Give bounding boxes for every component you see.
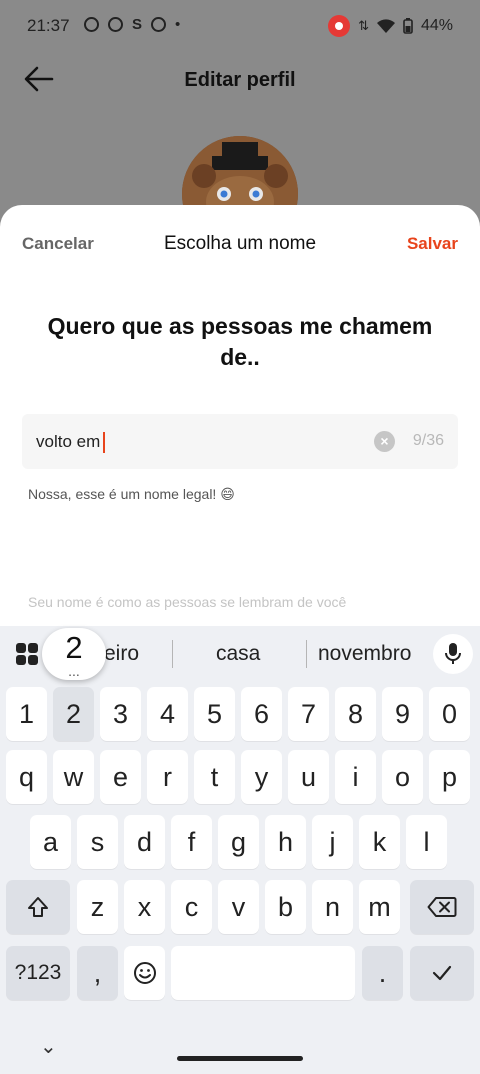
key-x[interactable]: x — [124, 880, 165, 934]
key-3[interactable]: 3 — [100, 687, 141, 741]
microphone-icon — [445, 643, 461, 664]
screen-record-icon — [328, 15, 351, 37]
key-5[interactable]: 5 — [194, 687, 235, 741]
notification-icons: S • — [84, 16, 180, 33]
microphone-button[interactable] — [433, 634, 473, 674]
name-input-field[interactable]: volto em × 9/36 — [22, 414, 458, 469]
key-8[interactable]: 8 — [335, 687, 376, 741]
name-input-value: volto em — [36, 432, 101, 451]
suggestion-2[interactable]: casa — [216, 642, 260, 666]
s-app-icon: S — [132, 16, 143, 33]
key-9[interactable]: 9 — [382, 687, 423, 741]
sheet-heading: Quero que as pessoas me chamem de.. — [47, 313, 433, 370]
key-0[interactable]: 0 — [429, 687, 470, 741]
key-c[interactable]: c — [171, 880, 212, 934]
char-counter: 9/36 — [412, 432, 444, 449]
key-e[interactable]: e — [100, 750, 141, 804]
suggestion-divider — [172, 640, 173, 668]
name-description: Seu nome é como as pessoas se lembram de… — [28, 594, 347, 610]
wifi-icon — [376, 18, 395, 33]
key-6[interactable]: 6 — [241, 687, 282, 741]
key-w[interactable]: w — [53, 750, 94, 804]
key-preview-popup: 2 ... — [42, 628, 106, 680]
backspace-key[interactable] — [410, 880, 474, 934]
key-h[interactable]: h — [265, 815, 306, 869]
space-key[interactable] — [171, 946, 355, 1000]
key-i[interactable]: i — [335, 750, 376, 804]
symbols-key[interactable]: ?123 — [6, 946, 70, 1000]
data-arrows-icon: ⇅ — [358, 18, 369, 33]
more-notifications-icon: • — [175, 16, 181, 33]
key-2[interactable]: 2 — [53, 687, 94, 741]
status-time: 21:37 — [27, 16, 70, 35]
battery-icon — [403, 18, 413, 34]
save-button[interactable]: Salvar — [407, 234, 458, 254]
apps-grid-icon[interactable] — [16, 643, 38, 665]
key-j[interactable]: j — [312, 815, 353, 869]
key-a[interactable]: a — [30, 815, 71, 869]
suggestion-1[interactable]: eiro — [104, 642, 139, 666]
key-k[interactable]: k — [359, 815, 400, 869]
period-key[interactable]: . — [362, 946, 403, 1000]
key-u[interactable]: u — [288, 750, 329, 804]
key-7[interactable]: 7 — [288, 687, 329, 741]
key-preview-char: 2 — [65, 630, 83, 665]
shift-icon — [28, 897, 48, 917]
key-1[interactable]: 1 — [6, 687, 47, 741]
comma-key[interactable]: , — [77, 946, 118, 1000]
battery-percent: 44% — [420, 17, 453, 34]
key-o[interactable]: o — [382, 750, 423, 804]
name-input[interactable]: volto em — [36, 432, 106, 454]
clear-icon[interactable]: × — [374, 431, 395, 452]
key-q[interactable]: q — [6, 750, 47, 804]
page-header: Editar perfil — [0, 52, 480, 108]
status-bar: 21:37 S • ⇅ 44% — [0, 0, 480, 52]
key-m[interactable]: m — [359, 880, 400, 934]
suggestion-divider — [306, 640, 307, 668]
app-notification-icon — [84, 17, 99, 32]
key-p[interactable]: p — [429, 750, 470, 804]
key-v[interactable]: v — [218, 880, 259, 934]
name-bottom-sheet: Cancelar Escolha um nome Salvar Quero qu… — [0, 205, 480, 626]
pinterest-icon — [151, 17, 167, 32]
key-d[interactable]: d — [124, 815, 165, 869]
key-n[interactable]: n — [312, 880, 353, 934]
enter-key[interactable] — [410, 946, 474, 1000]
key-t[interactable]: t — [194, 750, 235, 804]
checkmark-icon — [432, 965, 452, 981]
keyboard: eiro casa novembro 2 ... 1 2 3 4 5 6 7 8… — [0, 626, 480, 1074]
key-s[interactable]: s — [77, 815, 118, 869]
system-icons: ⇅ 44% — [328, 15, 453, 37]
key-r[interactable]: r — [147, 750, 188, 804]
text-caret — [103, 432, 106, 454]
shift-key[interactable] — [6, 880, 70, 934]
hide-keyboard-chevron-icon[interactable]: ⌄ — [40, 1034, 57, 1059]
emoji-key[interactable] — [124, 946, 165, 1000]
key-l[interactable]: l — [406, 815, 447, 869]
key-g[interactable]: g — [218, 815, 259, 869]
key-y[interactable]: y — [241, 750, 282, 804]
home-indicator[interactable] — [177, 1056, 303, 1061]
name-feedback: Nossa, esse é um nome legal! 😄 — [28, 486, 235, 502]
suggestion-3[interactable]: novembro — [318, 642, 411, 666]
key-f[interactable]: f — [171, 815, 212, 869]
key-z[interactable]: z — [77, 880, 118, 934]
whatsapp-icon — [108, 17, 123, 32]
key-b[interactable]: b — [265, 880, 306, 934]
key-4[interactable]: 4 — [147, 687, 188, 741]
key-preview-more: ... — [68, 663, 80, 679]
cancel-button[interactable]: Cancelar — [22, 234, 94, 254]
emoji-icon — [133, 962, 156, 984]
page-title: Editar perfil — [184, 69, 296, 91]
suggestion-bar: eiro casa novembro 2 ... — [0, 626, 480, 682]
backspace-icon — [427, 897, 457, 917]
